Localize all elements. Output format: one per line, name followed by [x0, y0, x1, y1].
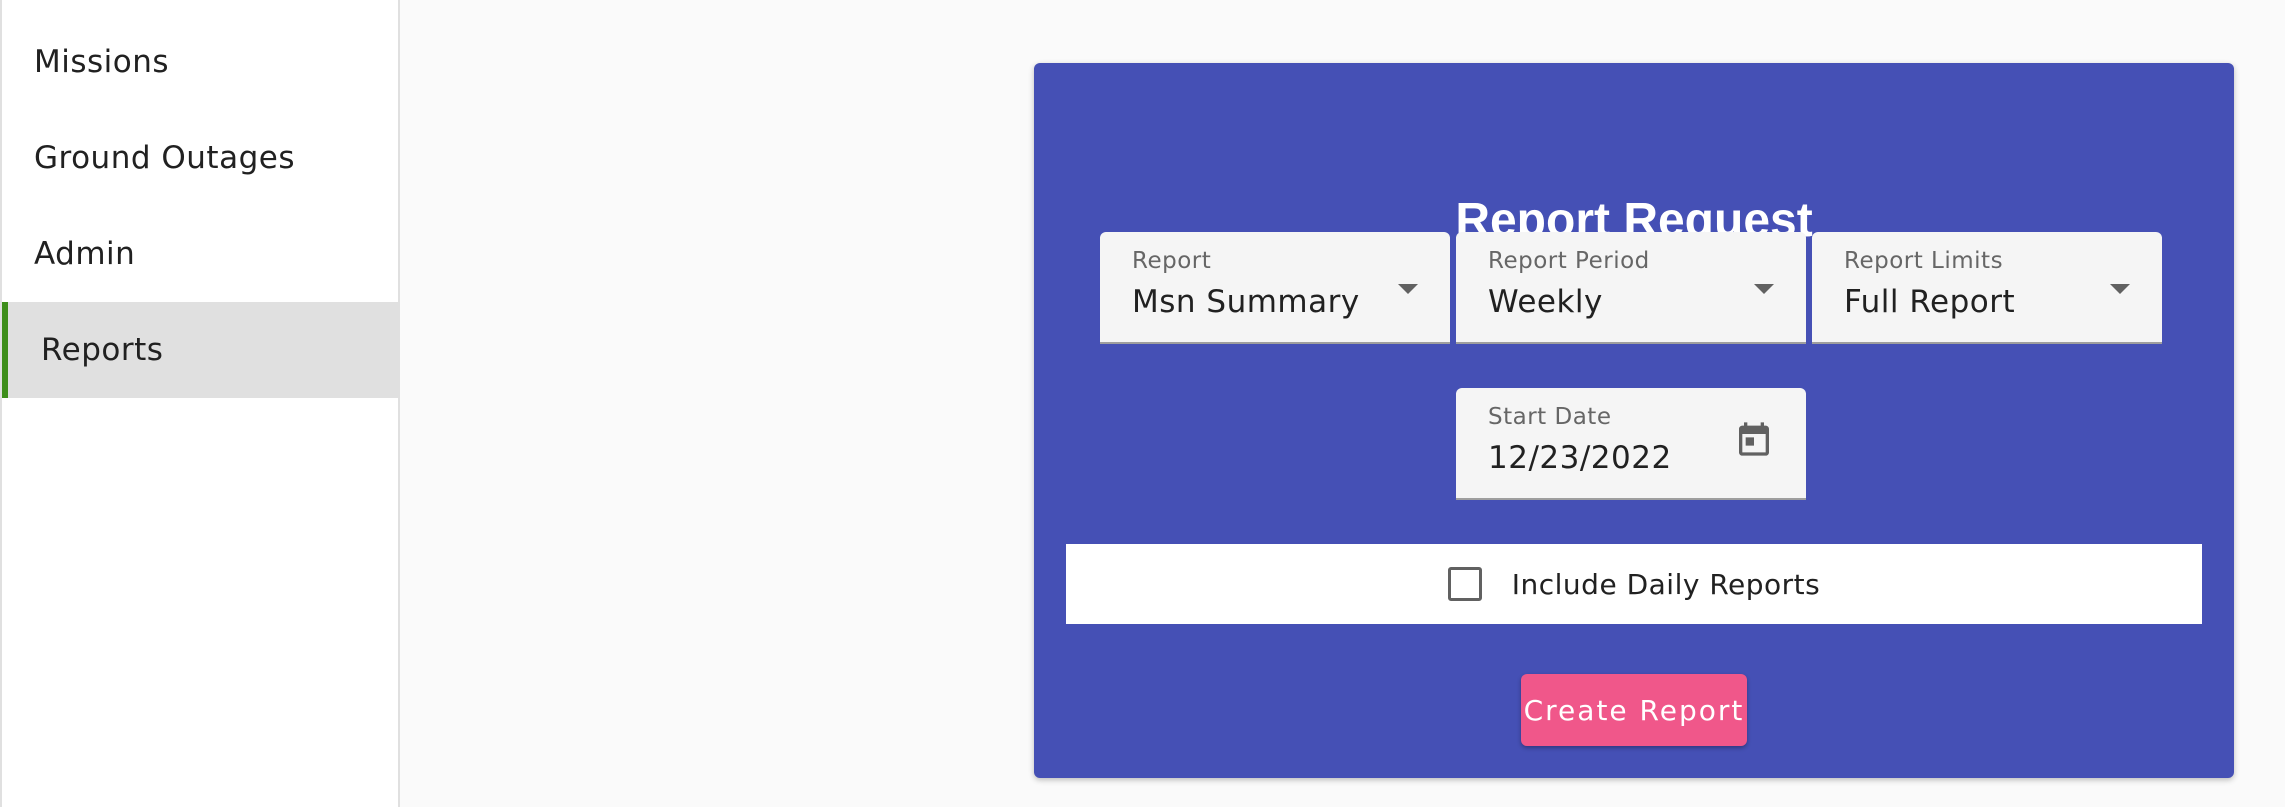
- include-daily-reports-row: Include Daily Reports: [1066, 544, 2202, 624]
- sidebar-item-label: Missions: [34, 44, 170, 80]
- include-daily-reports-checkbox[interactable]: [1447, 567, 1482, 601]
- create-report-button[interactable]: Create Report: [1521, 674, 1747, 746]
- report-select-label: Report: [1132, 248, 1212, 274]
- start-date-value: 12/23/2022: [1488, 440, 1672, 476]
- calendar-icon[interactable]: [1734, 418, 1774, 460]
- dropdown-arrow-icon: [1754, 284, 1774, 294]
- report-select-value: Msn Summary: [1132, 284, 1360, 320]
- sidebar-item-missions[interactable]: Missions: [2, 14, 398, 110]
- dropdown-arrow-icon: [2110, 284, 2130, 294]
- sidebar-item-label: Ground Outages: [34, 140, 295, 176]
- report-period-value: Weekly: [1488, 284, 1603, 320]
- report-limits-label: Report Limits: [1844, 248, 2004, 274]
- sidebar-item-label: Admin: [34, 236, 136, 272]
- report-period-label: Report Period: [1488, 248, 1650, 274]
- dropdown-arrow-icon: [1398, 284, 1418, 294]
- report-limits-value: Full Report: [1844, 284, 2016, 320]
- sidebar-item-reports[interactable]: Reports: [2, 302, 398, 398]
- report-limits-select[interactable]: Report Limits Full Report: [1812, 232, 2162, 344]
- start-date-label: Start Date: [1488, 404, 1612, 430]
- sidebar-item-label: Reports: [41, 332, 164, 368]
- report-select[interactable]: Report Msn Summary: [1100, 232, 1450, 344]
- report-period-select[interactable]: Report Period Weekly: [1456, 232, 1806, 344]
- sidebar-item-admin[interactable]: Admin: [2, 206, 398, 302]
- start-date-field[interactable]: Start Date 12/23/2022: [1456, 388, 1806, 500]
- include-daily-reports-label: Include Daily Reports: [1511, 567, 1821, 601]
- sidebar-item-ground-outages[interactable]: Ground Outages: [2, 110, 398, 206]
- sidebar: Missions Ground Outages Admin Reports: [0, 0, 400, 807]
